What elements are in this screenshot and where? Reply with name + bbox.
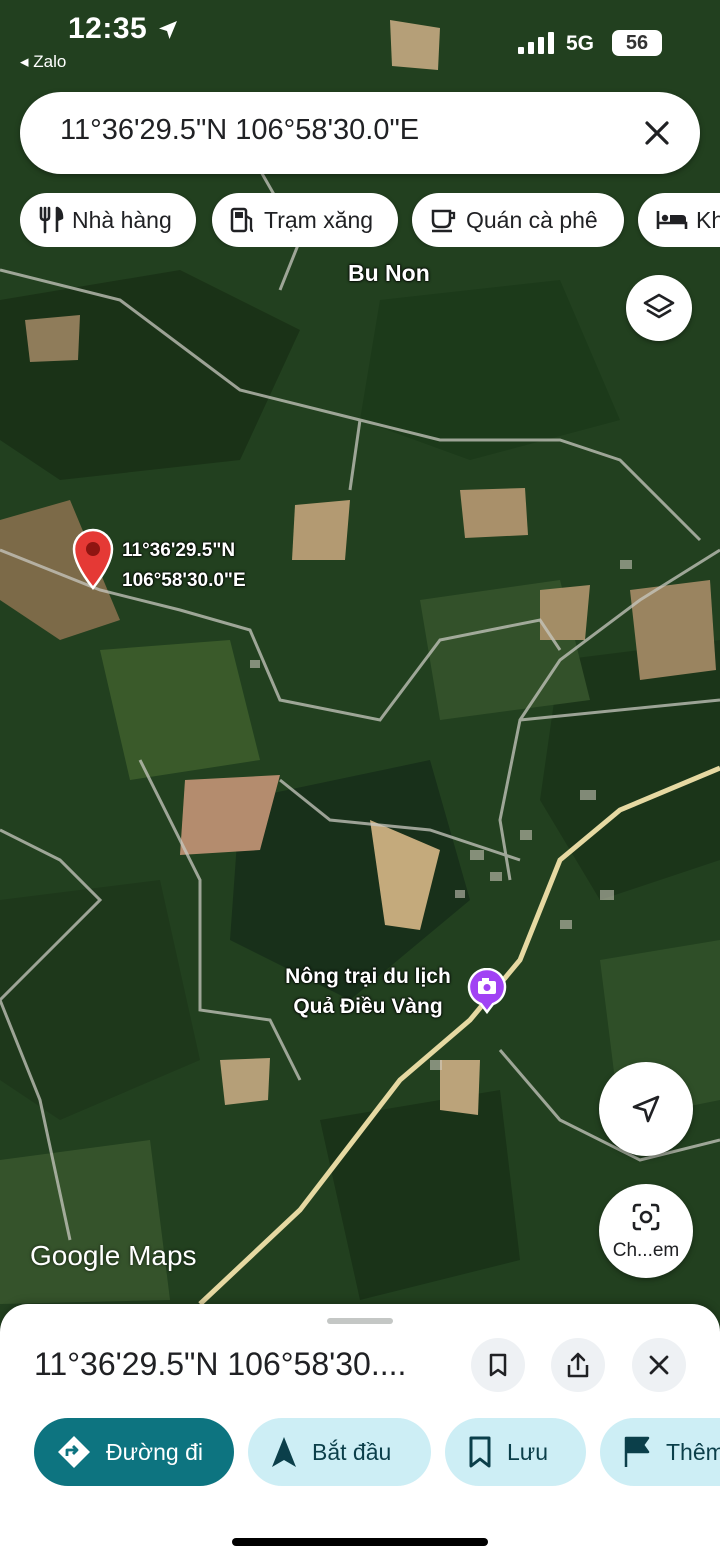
chip-label: Trạm xăng — [264, 206, 374, 233]
chip-hotels[interactable]: Khách sạn — [638, 193, 720, 247]
cellular-signal-icon — [518, 32, 554, 54]
flag-icon — [624, 1436, 650, 1467]
close-sheet-button[interactable] — [632, 1338, 686, 1392]
close-icon — [649, 1355, 669, 1375]
hotel-icon — [656, 211, 688, 229]
location-services-icon — [159, 21, 177, 39]
gas-station-icon — [230, 207, 254, 233]
poi-name-line1: Nông trại du lịch — [285, 965, 451, 988]
chip-restaurants[interactable]: Nhà hàng — [20, 193, 196, 247]
chip-label: Quán cà phê — [466, 206, 598, 233]
restaurant-icon — [39, 206, 64, 234]
pin-coordinates-label: 11°36'29.5"N 106°58'30.0"E — [122, 536, 246, 596]
map-place-label[interactable]: Bu Non — [348, 260, 430, 287]
more-button[interactable]: Thêm — [600, 1418, 720, 1486]
photo-poi-marker-icon[interactable] — [467, 968, 507, 1014]
status-time: 12:35 — [68, 12, 148, 45]
more-label: Thêm — [666, 1438, 720, 1465]
place-bottom-sheet[interactable]: 11°36'29.5"N 106°58'30.... Đường đi Bắt … — [0, 1304, 720, 1557]
bookmark-icon — [469, 1436, 491, 1468]
share-button[interactable] — [551, 1338, 605, 1392]
directions-label: Đường đi — [106, 1438, 203, 1465]
lens-button-label: Ch...em — [612, 1240, 680, 1261]
directions-icon — [58, 1436, 90, 1468]
chip-label: Khách sạn — [696, 206, 720, 233]
google-maps-logo: Google Maps — [30, 1240, 197, 1271]
coffee-icon — [431, 209, 456, 233]
navigation-arrow-icon — [632, 1095, 660, 1123]
place-title: 11°36'29.5"N 106°58'30.... — [34, 1346, 407, 1382]
start-label: Bắt đầu — [312, 1438, 392, 1465]
dropped-pin-icon[interactable] — [70, 528, 116, 590]
status-bar: 12:35 ◂ Zalo 5G 56 — [0, 0, 720, 80]
search-query[interactable]: 11°36'29.5"N 106°58'30.0"E — [60, 114, 419, 147]
chip-coffee[interactable]: Quán cà phê — [412, 193, 624, 247]
save-place-button[interactable] — [471, 1338, 525, 1392]
start-navigation-button[interactable]: Bắt đầu — [248, 1418, 431, 1486]
back-to-app-link[interactable]: ◂ Zalo — [20, 52, 66, 72]
lens-search-button[interactable]: Ch...em — [599, 1184, 693, 1278]
camera-lens-icon — [632, 1203, 660, 1231]
my-location-button[interactable] — [599, 1062, 693, 1156]
close-icon[interactable] — [640, 116, 674, 150]
poi-name-line2: Quả Điều Vàng — [293, 995, 443, 1018]
bookmark-icon — [489, 1353, 507, 1377]
navigation-arrow-icon — [272, 1437, 296, 1467]
poi-label[interactable]: Nông trại du lịch Quả Điều Vàng — [268, 962, 468, 1022]
save-label: Lưu — [507, 1438, 548, 1465]
battery-indicator: 56 — [612, 30, 662, 56]
action-buttons-row: Đường đi Bắt đầu Lưu Thêm — [34, 1418, 720, 1486]
pin-latitude: 11°36'29.5"N — [122, 540, 236, 561]
sheet-drag-handle[interactable] — [327, 1318, 393, 1324]
chip-label: Nhà hàng — [72, 206, 172, 233]
home-indicator[interactable] — [232, 1538, 488, 1546]
pin-longitude: 106°58'30.0"E — [122, 570, 246, 591]
category-chips: Nhà hàng Trạm xăng Quán cà phê Khách sạn — [20, 193, 720, 247]
directions-button[interactable]: Đường đi — [34, 1418, 234, 1486]
layers-button[interactable] — [626, 275, 692, 341]
network-type: 5G — [566, 32, 595, 55]
share-icon — [567, 1352, 589, 1378]
save-button[interactable]: Lưu — [445, 1418, 586, 1486]
search-bar[interactable]: 11°36'29.5"N 106°58'30.0"E — [20, 92, 700, 174]
layers-icon — [643, 293, 675, 319]
chip-gas-stations[interactable]: Trạm xăng — [212, 193, 398, 247]
